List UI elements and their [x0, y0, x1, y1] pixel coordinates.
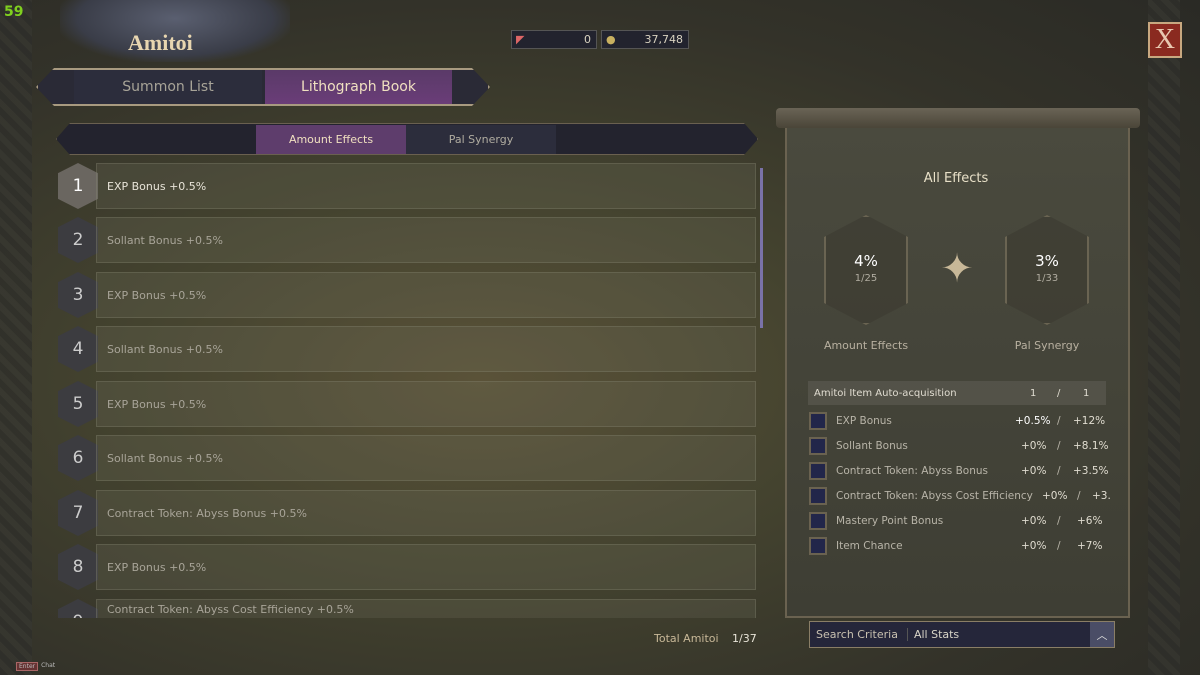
fps-counter: 59: [4, 4, 24, 20]
amount-effects-label: Amount Effects: [823, 339, 909, 352]
effect-icon: [809, 462, 827, 480]
list-item[interactable]: EXP Bonus +0.5%: [96, 272, 756, 318]
effect-row: Mastery Point Bonus +0% / +6%: [809, 511, 1109, 531]
list-item[interactable]: EXP Bonus +0.5%: [96, 163, 756, 209]
effect-label: Sollant Bonus: [836, 440, 908, 452]
panel-title: All Effects: [923, 171, 989, 186]
rank-badge: 3: [58, 272, 98, 318]
effect-icon: [809, 487, 827, 505]
effect-sep: /: [1057, 415, 1061, 427]
close-button[interactable]: X: [1148, 22, 1182, 58]
search-criteria-dropdown[interactable]: Search Criteria All Stats ︿: [809, 621, 1115, 648]
list-item[interactable]: Contract Token: Abyss Cost Efficiency +0…: [96, 599, 756, 618]
tab-summon-list[interactable]: Summon List: [74, 70, 262, 104]
effect-max: +7%: [1077, 540, 1103, 552]
list-item[interactable]: EXP Bonus +0.5%: [96, 381, 756, 427]
effect-current: +0.5%: [1015, 415, 1051, 427]
effect-current: +0%: [1021, 540, 1047, 552]
auto-current: 1: [1030, 387, 1037, 399]
pal-hex: [1005, 215, 1089, 325]
pal-count: 1/33: [1035, 273, 1059, 284]
effect-row: Contract Token: Abyss Cost Efficiency +0%…: [809, 486, 1111, 506]
effect-current: +0%: [1042, 490, 1068, 502]
auto-sep: /: [1057, 387, 1061, 399]
effect-icon: [809, 537, 827, 555]
chevron-up-icon[interactable]: ︿: [1090, 622, 1114, 647]
right-pillar: [1148, 0, 1180, 675]
total-amitoi-label: Total Amitoi: [654, 632, 719, 645]
gold-value: 37,748: [644, 33, 684, 46]
list-item[interactable]: Contract Token: Abyss Bonus +0.5%: [96, 490, 756, 536]
compass-star-icon: ✦: [940, 246, 974, 292]
rank-badge: 7: [58, 490, 98, 536]
amount-hex: [824, 215, 908, 325]
effect-icon: [809, 412, 827, 430]
effect-max: +8.1%: [1073, 440, 1109, 452]
effect-icon: [809, 512, 827, 530]
effect-row: Item Chance +0% / +7%: [809, 536, 1109, 556]
effect-label: EXP Bonus: [836, 415, 892, 427]
effect-sep: /: [1057, 440, 1061, 452]
effect-max: +12%: [1073, 415, 1106, 427]
enter-key: Enter: [16, 662, 39, 671]
effect-sep: /: [1057, 465, 1061, 477]
effect-label: Contract Token: Abyss Bonus: [836, 465, 989, 477]
currency-gold: ● 37,748: [601, 30, 689, 49]
rank-badge: 8: [58, 544, 98, 590]
effect-sep: /: [1057, 540, 1061, 552]
rank-badge: 4: [58, 326, 98, 372]
auto-max: 1: [1083, 387, 1090, 399]
amount-percent: 4%: [854, 252, 878, 270]
effect-max: +3.: [1092, 490, 1111, 502]
effect-sep: /: [1077, 490, 1081, 502]
effect-sep: /: [1057, 515, 1061, 527]
tab-pal-synergy[interactable]: Pal Synergy: [406, 125, 556, 154]
effect-label: Mastery Point Bonus: [836, 515, 944, 527]
effect-current: +0%: [1021, 515, 1047, 527]
page-title: Amitoi: [128, 30, 193, 55]
search-criteria-label: Search Criteria: [810, 628, 908, 641]
effect-current: +0%: [1021, 465, 1047, 477]
currency-ticket: ◤ 0: [511, 30, 597, 49]
rank-badge: 1: [58, 163, 98, 209]
effect-label: Contract Token: Abyss Cost Efficiency: [836, 490, 1033, 502]
search-criteria-value: All Stats: [913, 628, 960, 641]
ticket-value: 0: [584, 33, 591, 46]
list-item[interactable]: Sollant Bonus +0.5%: [96, 435, 756, 481]
chat-hint[interactable]: Enter Chat: [16, 662, 55, 671]
pal-synergy-label: Pal Synergy: [1014, 339, 1080, 352]
effect-icon: [809, 437, 827, 455]
list-item[interactable]: EXP Bonus +0.5%: [96, 544, 756, 590]
effect-list: 1 EXP Bonus +0.5% 2 Sollant Bonus +0.5% 3E…: [56, 163, 760, 618]
auto-acquisition-row: Amitoi Item Auto-acquisition 1 / 1: [808, 381, 1106, 405]
effect-current: +0%: [1021, 440, 1047, 452]
list-item[interactable]: Sollant Bonus +0.5%: [96, 217, 756, 263]
effect-row: Sollant Bonus +0% / +8.1%: [809, 436, 1109, 456]
gold-coin-icon: ●: [606, 33, 616, 46]
rank-badge: 6: [58, 435, 98, 481]
rank-badge: 9: [58, 599, 98, 618]
tab-amount-effects[interactable]: Amount Effects: [256, 125, 406, 154]
auto-label: Amitoi Item Auto-acquisition: [814, 387, 957, 399]
scroll-roll: [776, 108, 1140, 128]
ticket-icon: ◤: [516, 33, 525, 46]
effect-row: Contract Token: Abyss Bonus +0% / +3.5%: [809, 461, 1109, 481]
rank-badge: 5: [58, 381, 98, 427]
pal-percent: 3%: [1035, 252, 1059, 270]
list-scrollbar[interactable]: [760, 168, 763, 328]
amount-count: 1/25: [854, 273, 878, 284]
chat-label: Chat: [41, 662, 56, 669]
effect-max: +3.5%: [1073, 465, 1109, 477]
effect-label: Item Chance: [836, 540, 903, 552]
list-item[interactable]: Sollant Bonus +0.5%: [96, 326, 756, 372]
tab-lithograph-book[interactable]: Lithograph Book: [265, 70, 452, 104]
effect-max: +6%: [1077, 515, 1103, 527]
total-amitoi-value: 1/37: [732, 632, 757, 645]
effect-row: EXP Bonus +0.5% / +12%: [809, 411, 1109, 431]
rank-badge: 2: [58, 217, 98, 263]
left-pillar: [0, 0, 32, 675]
